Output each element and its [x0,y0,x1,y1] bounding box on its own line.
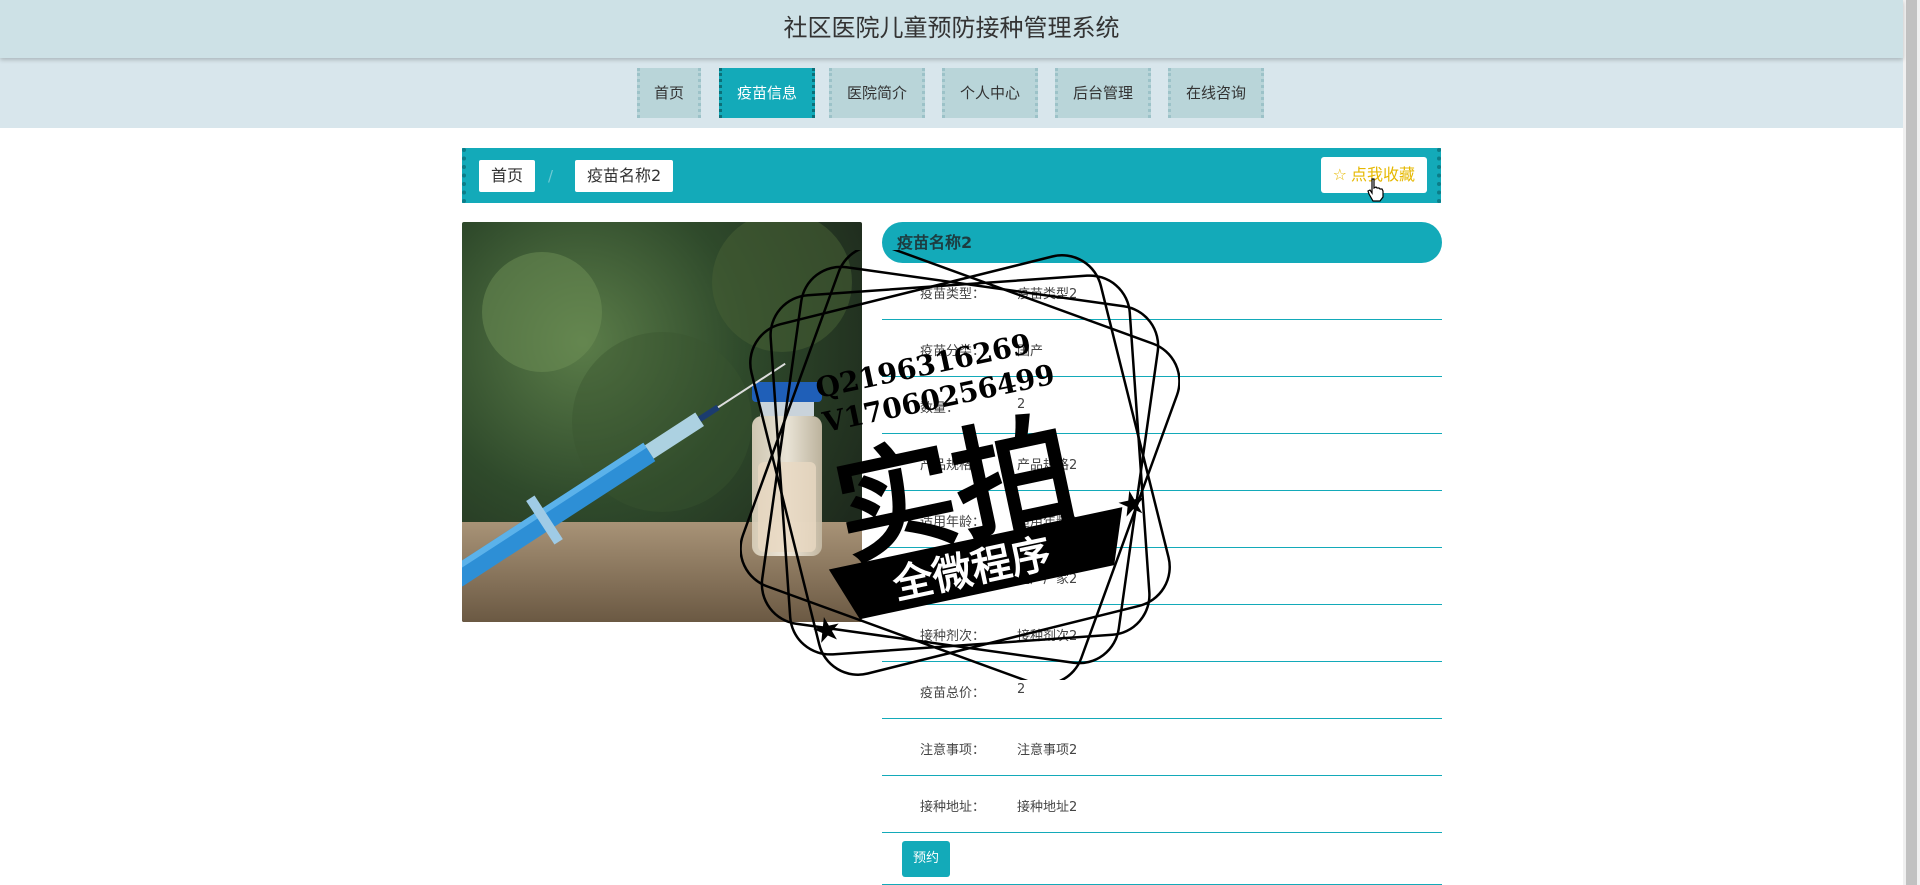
detail-row-type: 疫苗类型： 疫苗类型2 [882,263,1442,320]
breadcrumb-current[interactable]: 疫苗名称2 [575,160,674,192]
vaccine-detail-panel: 疫苗名称2 疫苗类型： 疫苗类型2 疫苗分类： 国产 数量： 2 产品规格： 产… [882,222,1442,885]
detail-row-spec: 产品规格： 产品规格2 [882,434,1442,491]
site-header: 社区医院儿童预防接种管理系统 [0,0,1903,58]
detail-label: 生产厂家： [920,572,986,587]
detail-label: 接种地址： [920,800,986,815]
detail-row-notes: 注意事项： 注意事项2 [882,719,1442,776]
breadcrumb-separator: / [548,167,554,185]
reserve-button[interactable]: 预约 [902,841,950,877]
nav-item-personal-center[interactable]: 个人中心 [942,68,1038,118]
detail-row-price: 疫苗总价： 2 [882,662,1442,719]
nav-item-vaccine-info[interactable]: 疫苗信息 [719,68,815,118]
detail-label: 疫苗分类： [920,344,986,359]
detail-value: 注意事项2 [1017,743,1078,758]
detail-label: 疫苗总价： [920,686,986,701]
detail-label: 接种剂次： [920,629,986,644]
detail-value: 2 [1017,682,1026,697]
detail-value: 2 [1017,397,1026,412]
detail-row-address: 接种地址： 接种地址2 [882,776,1442,833]
vaccine-name-title: 疫苗名称2 [882,222,1442,263]
detail-row-category: 疫苗分类： 国产 [882,320,1442,377]
detail-value: 接种地址2 [1017,800,1078,815]
detail-label: 数量： [920,401,960,416]
detail-value: 产品规格2 [1017,458,1078,473]
detail-value: 适用年龄2 [1017,515,1078,530]
vaccine-photo [462,222,862,622]
page-scrollbar[interactable] [1903,0,1920,885]
detail-value: 接种剂次2 [1017,629,1078,644]
detail-value: 国产 [1017,344,1044,359]
nav-item-admin[interactable]: 后台管理 [1055,68,1151,118]
detail-label: 适用年龄： [920,515,986,530]
detail-label: 注意事项： [920,743,986,758]
detail-value: 生产厂家2 [1017,572,1078,587]
vaccine-image [462,222,862,622]
breadcrumb-home[interactable]: 首页 [479,160,536,192]
reserve-row: 预约 [882,833,1442,885]
star-outline-icon: ☆ [1332,165,1347,184]
detail-row-quantity: 数量： 2 [882,377,1442,434]
nav-item-hospital-intro[interactable]: 医院简介 [829,68,925,118]
main-nav: 首页 疫苗信息 医院简介 个人中心 后台管理 在线咨询 [0,58,1903,128]
scrollbar-thumb[interactable] [1906,0,1917,885]
nav-item-online-consult[interactable]: 在线咨询 [1168,68,1264,118]
detail-row-manufacturer: 生产厂家： 生产厂家2 [882,548,1442,605]
breadcrumb: 首页 / 疫苗名称2 ☆ 点我收藏 [462,148,1441,203]
site-title: 社区医院儿童预防接种管理系统 [783,14,1120,42]
detail-row-age: 适用年龄： 适用年龄2 [882,491,1442,548]
detail-label: 产品规格： [920,458,986,473]
nav-item-home[interactable]: 首页 [637,68,701,118]
detail-label: 疫苗类型： [920,287,986,302]
detail-value: 疫苗类型2 [1017,287,1078,302]
hand-cursor-icon [1367,178,1385,206]
detail-row-doses: 接种剂次： 接种剂次2 [882,605,1442,662]
